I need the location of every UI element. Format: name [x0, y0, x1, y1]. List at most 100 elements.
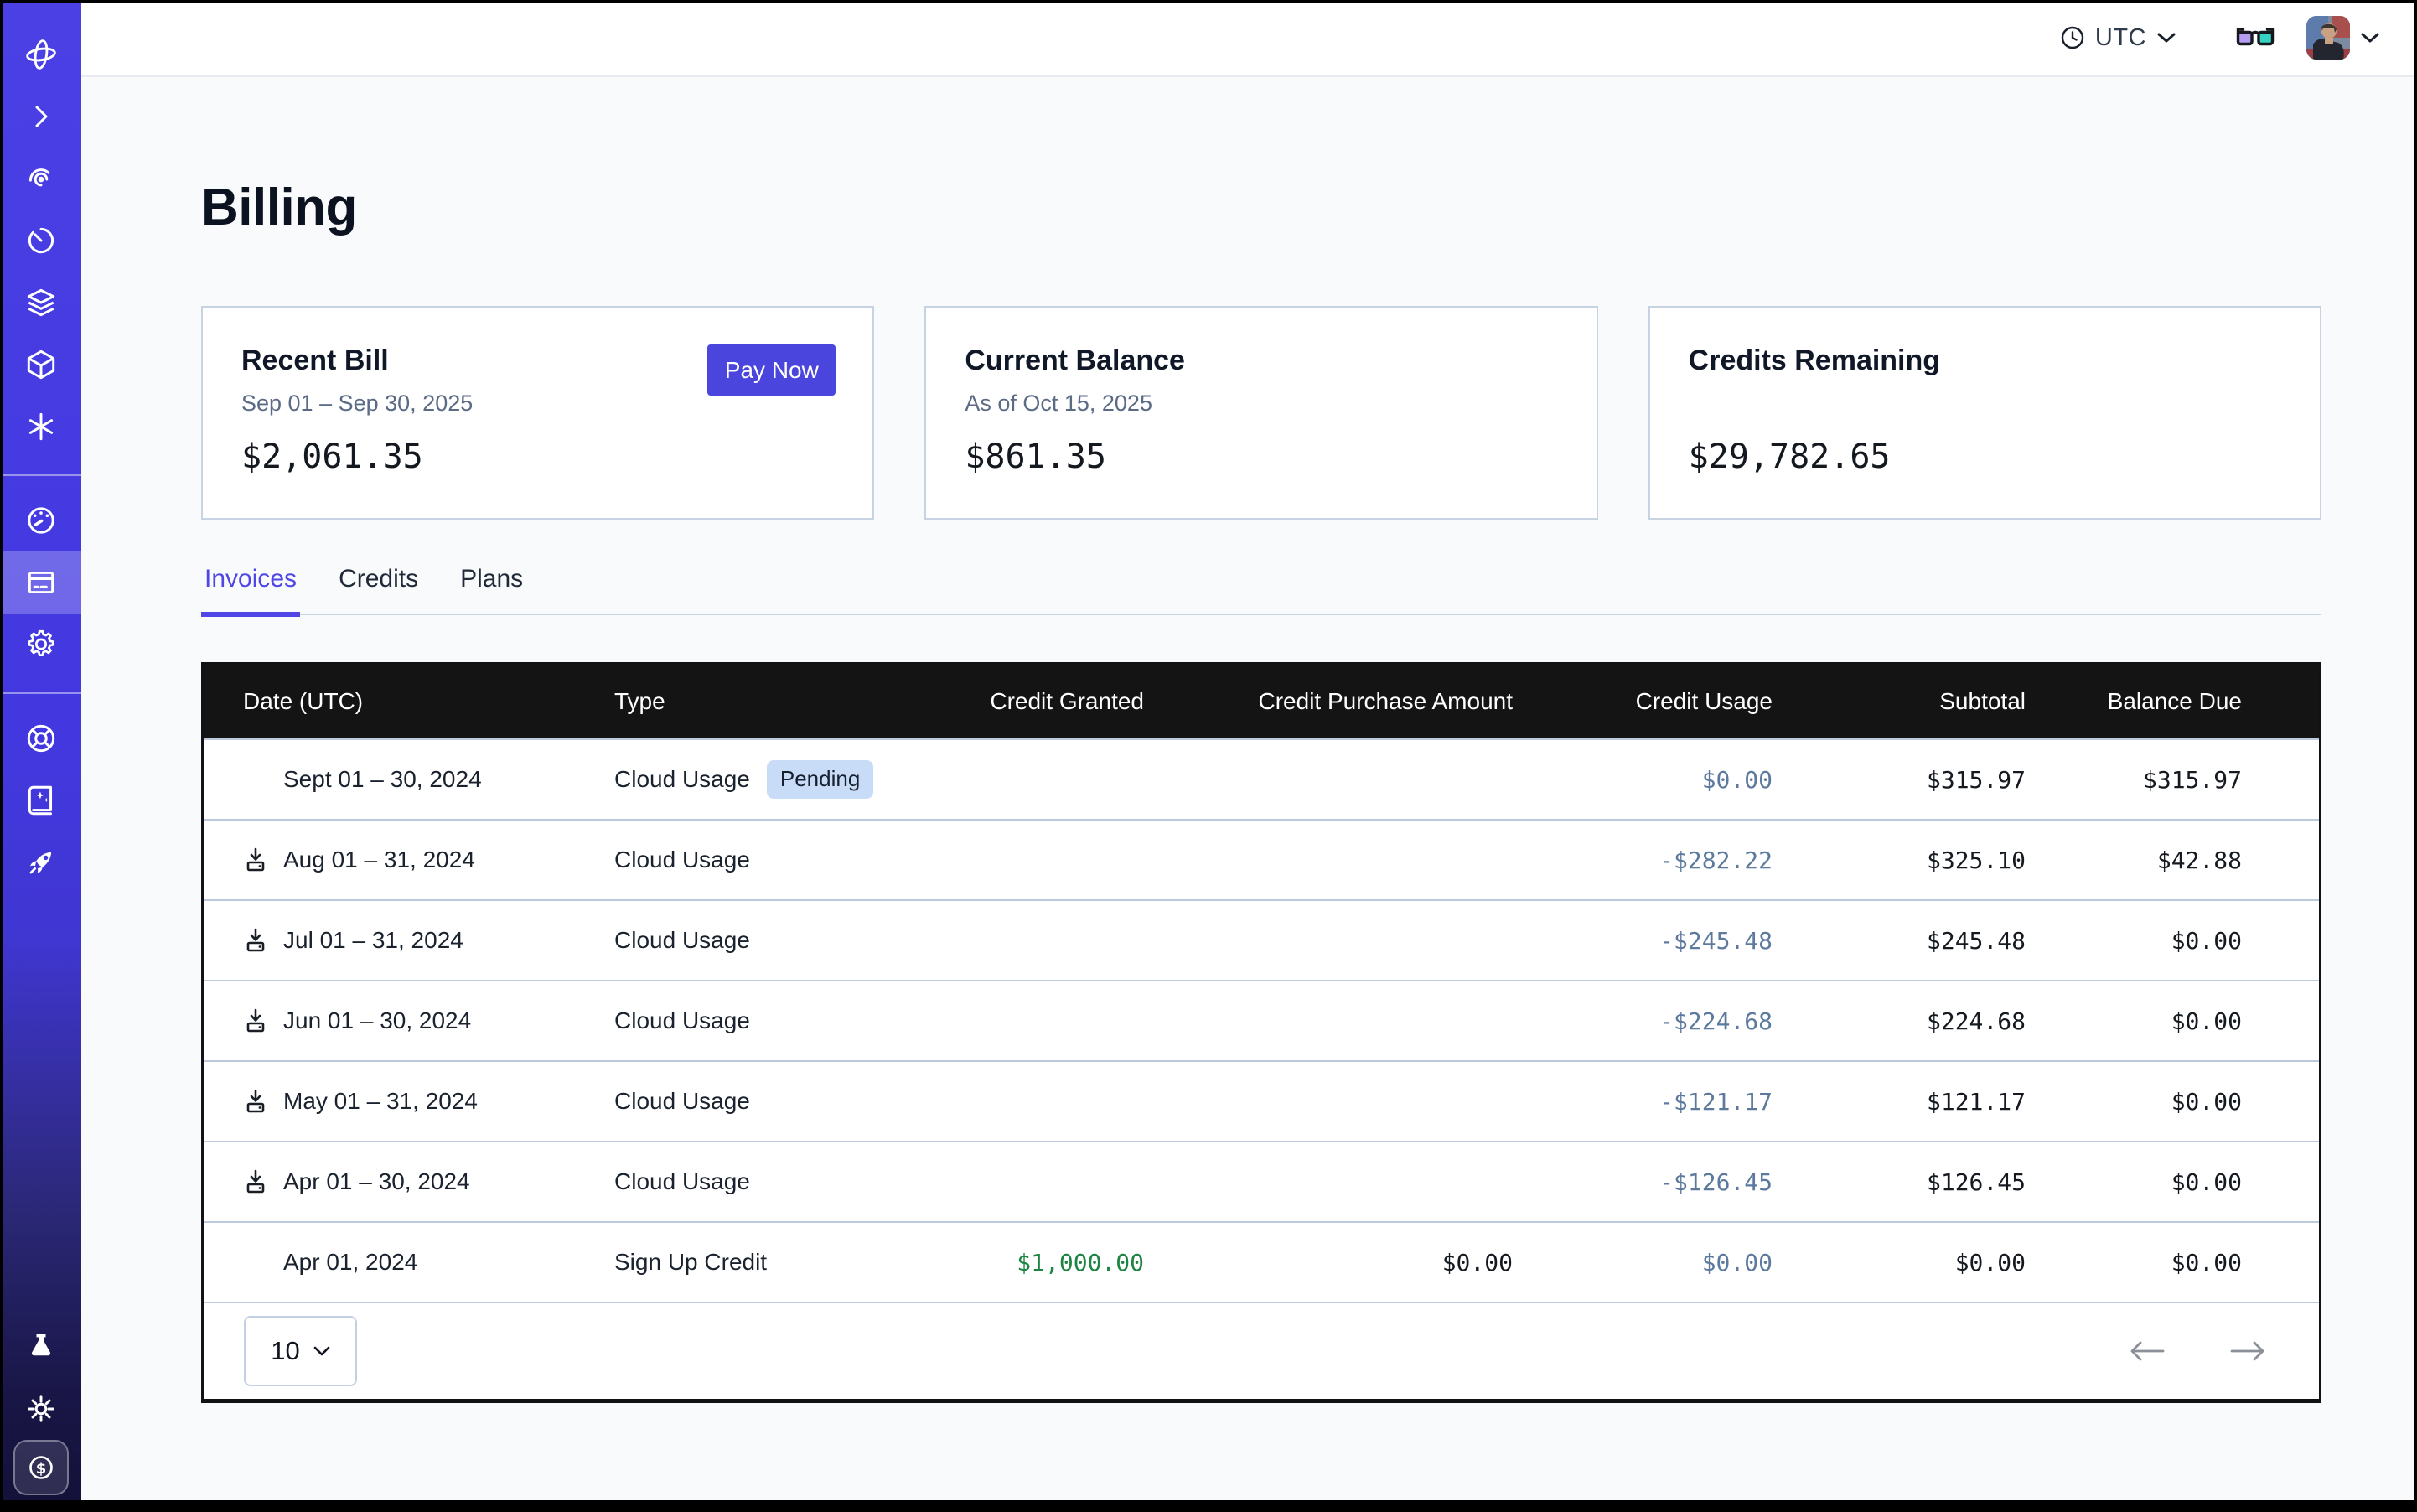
- table-row: Aug 01 – 31, 2024 Cloud Usage -$282.22 $…: [204, 819, 2319, 899]
- sidebar-item-billing[interactable]: [0, 551, 81, 614]
- credit-purchase-value: $0.00: [1144, 1249, 1513, 1276]
- invoice-type: Sign Up Credit: [614, 1249, 767, 1276]
- invoice-date: Apr 01 – 30, 2024: [283, 1168, 470, 1195]
- pagination-controls: [2125, 1335, 2270, 1367]
- clock-icon: [2060, 25, 2085, 50]
- table-row: Sept 01 – 30, 2024 Cloud Usage Pending $…: [204, 738, 2319, 819]
- invoices-table: Date (UTC) Type Credit Granted Credit Pu…: [201, 662, 2321, 1403]
- download-icon: [241, 1087, 270, 1116]
- credit-usage-value: -$282.22: [1513, 847, 1773, 874]
- table-row: Apr 01, 2024 Sign Up Credit $1,000.00 $0…: [204, 1221, 2319, 1302]
- credit-usage-value: -$224.68: [1513, 1007, 1773, 1035]
- invoice-type: Cloud Usage: [614, 766, 750, 793]
- subtotal-value: $245.48: [1773, 927, 2026, 955]
- download-icon: [241, 1168, 270, 1196]
- table-row: Jul 01 – 31, 2024 Cloud Usage -$245.48 $…: [204, 899, 2319, 980]
- table-header: Date (UTC) Type Credit Granted Credit Pu…: [204, 665, 2319, 738]
- lifebuoy-support-icon[interactable]: [0, 707, 81, 769]
- download-invoice-button[interactable]: [241, 1087, 270, 1116]
- invoice-date: Sept 01 – 30, 2024: [283, 766, 482, 793]
- glasses-icon: [2235, 23, 2275, 52]
- card-title: Credits Remaining: [1689, 344, 2281, 377]
- tab-credits[interactable]: Credits: [335, 565, 422, 615]
- user-avatar[interactable]: [2306, 16, 2350, 60]
- radar-spiral-icon[interactable]: [0, 148, 81, 210]
- asterisk-icon[interactable]: [0, 396, 81, 458]
- invoice-date: Aug 01 – 31, 2024: [283, 847, 475, 873]
- gear-icon[interactable]: [0, 614, 81, 676]
- glasses-theme-toggle[interactable]: [2235, 23, 2275, 52]
- column-header-credit-granted: Credit Granted: [926, 688, 1144, 715]
- download-invoice-button[interactable]: [241, 846, 270, 874]
- chevron-down-icon: [2360, 32, 2380, 44]
- dollar-coin-button[interactable]: $: [13, 1440, 69, 1495]
- balance-due-value: $0.00: [2026, 1249, 2319, 1276]
- summary-cards: Recent Bill Sep 01 – Sep 30, 2025 $2,061…: [201, 306, 2321, 520]
- invoice-type: Cloud Usage: [614, 927, 750, 954]
- recent-bill-amount: $2,061.35: [241, 438, 834, 476]
- gauge-dashboard-icon[interactable]: [0, 489, 81, 551]
- table-footer: 10: [204, 1302, 2319, 1399]
- credit-usage-value: $0.00: [1513, 766, 1773, 794]
- card-subtitle: [1689, 391, 2281, 417]
- page-size-value: 10: [271, 1336, 299, 1366]
- column-header-date: Date (UTC): [204, 688, 614, 715]
- svg-text:$: $: [35, 1460, 46, 1478]
- account-menu-button[interactable]: [2360, 32, 2380, 44]
- credit-granted-value: $1,000.00: [926, 1249, 1144, 1276]
- timezone-label: UTC: [2095, 24, 2146, 52]
- download-invoice-button: [241, 1248, 270, 1276]
- arrow-right-icon: [2228, 1339, 2267, 1364]
- card-subtitle: As of Oct 15, 2025: [965, 391, 1557, 417]
- sun-theme-icon[interactable]: [0, 1378, 81, 1440]
- invoice-type: Cloud Usage: [614, 847, 750, 873]
- column-header-subtotal: Subtotal: [1773, 688, 2026, 715]
- balance-due-value: $42.88: [2026, 847, 2319, 874]
- subtotal-value: $325.10: [1773, 847, 2026, 874]
- rocket-icon[interactable]: [0, 831, 81, 893]
- invoice-type: Cloud Usage: [614, 1168, 750, 1195]
- sidebar: $: [0, 0, 81, 1512]
- invoice-date: May 01 – 31, 2024: [283, 1088, 478, 1115]
- page-size-select[interactable]: 10: [244, 1316, 357, 1386]
- card-title: Current Balance: [965, 344, 1557, 377]
- arrow-left-icon: [2128, 1339, 2166, 1364]
- pay-now-button[interactable]: Pay Now: [707, 344, 836, 396]
- logo-icon[interactable]: [0, 23, 81, 85]
- download-invoice-button[interactable]: [241, 926, 270, 955]
- recent-bill-card: Recent Bill Sep 01 – Sep 30, 2025 $2,061…: [201, 306, 874, 520]
- credit-usage-value: -$121.17: [1513, 1088, 1773, 1116]
- subtotal-value: $126.45: [1773, 1168, 2026, 1196]
- subtotal-value: $315.97: [1773, 766, 2026, 794]
- table-row: Apr 01 – 30, 2024 Cloud Usage -$126.45 $…: [204, 1141, 2319, 1221]
- cube-icon[interactable]: [0, 334, 81, 396]
- timer-icon[interactable]: [0, 210, 81, 272]
- balance-due-value: $315.97: [2026, 766, 2319, 794]
- billing-card-icon: [23, 565, 59, 600]
- billing-page: Billing Recent Bill Sep 01 – Sep 30, 202…: [81, 79, 2417, 1512]
- chevron-down-icon: [313, 1346, 330, 1356]
- download-invoice-button[interactable]: [241, 1168, 270, 1196]
- balance-due-value: $0.00: [2026, 1088, 2319, 1116]
- column-header-type: Type: [614, 688, 926, 715]
- tab-invoices[interactable]: Invoices: [201, 565, 300, 615]
- status-badge: Pending: [767, 760, 873, 798]
- table-row: Jun 01 – 30, 2024 Cloud Usage -$224.68 $…: [204, 980, 2319, 1060]
- next-page-button[interactable]: [2225, 1335, 2270, 1367]
- column-header-credit-usage: Credit Usage: [1513, 688, 1773, 715]
- credit-usage-value: $0.00: [1513, 1249, 1773, 1276]
- current-balance-amount: $861.35: [965, 438, 1557, 476]
- layers-icon[interactable]: [0, 272, 81, 334]
- docs-book-icon[interactable]: [0, 769, 81, 831]
- timezone-selector[interactable]: UTC: [2060, 24, 2176, 52]
- previous-page-button[interactable]: [2125, 1335, 2170, 1367]
- flask-labs-icon[interactable]: [0, 1316, 81, 1378]
- download-invoice-button[interactable]: [241, 1007, 270, 1035]
- chevron-right-icon[interactable]: [0, 85, 81, 148]
- subtotal-value: $0.00: [1773, 1249, 2026, 1276]
- credits-remaining-amount: $29,782.65: [1689, 438, 2281, 476]
- tab-plans[interactable]: Plans: [457, 565, 526, 615]
- dollar-coin-icon: $: [24, 1451, 58, 1484]
- invoice-date: Jul 01 – 31, 2024: [283, 927, 463, 954]
- download-invoice-button: [241, 765, 270, 794]
